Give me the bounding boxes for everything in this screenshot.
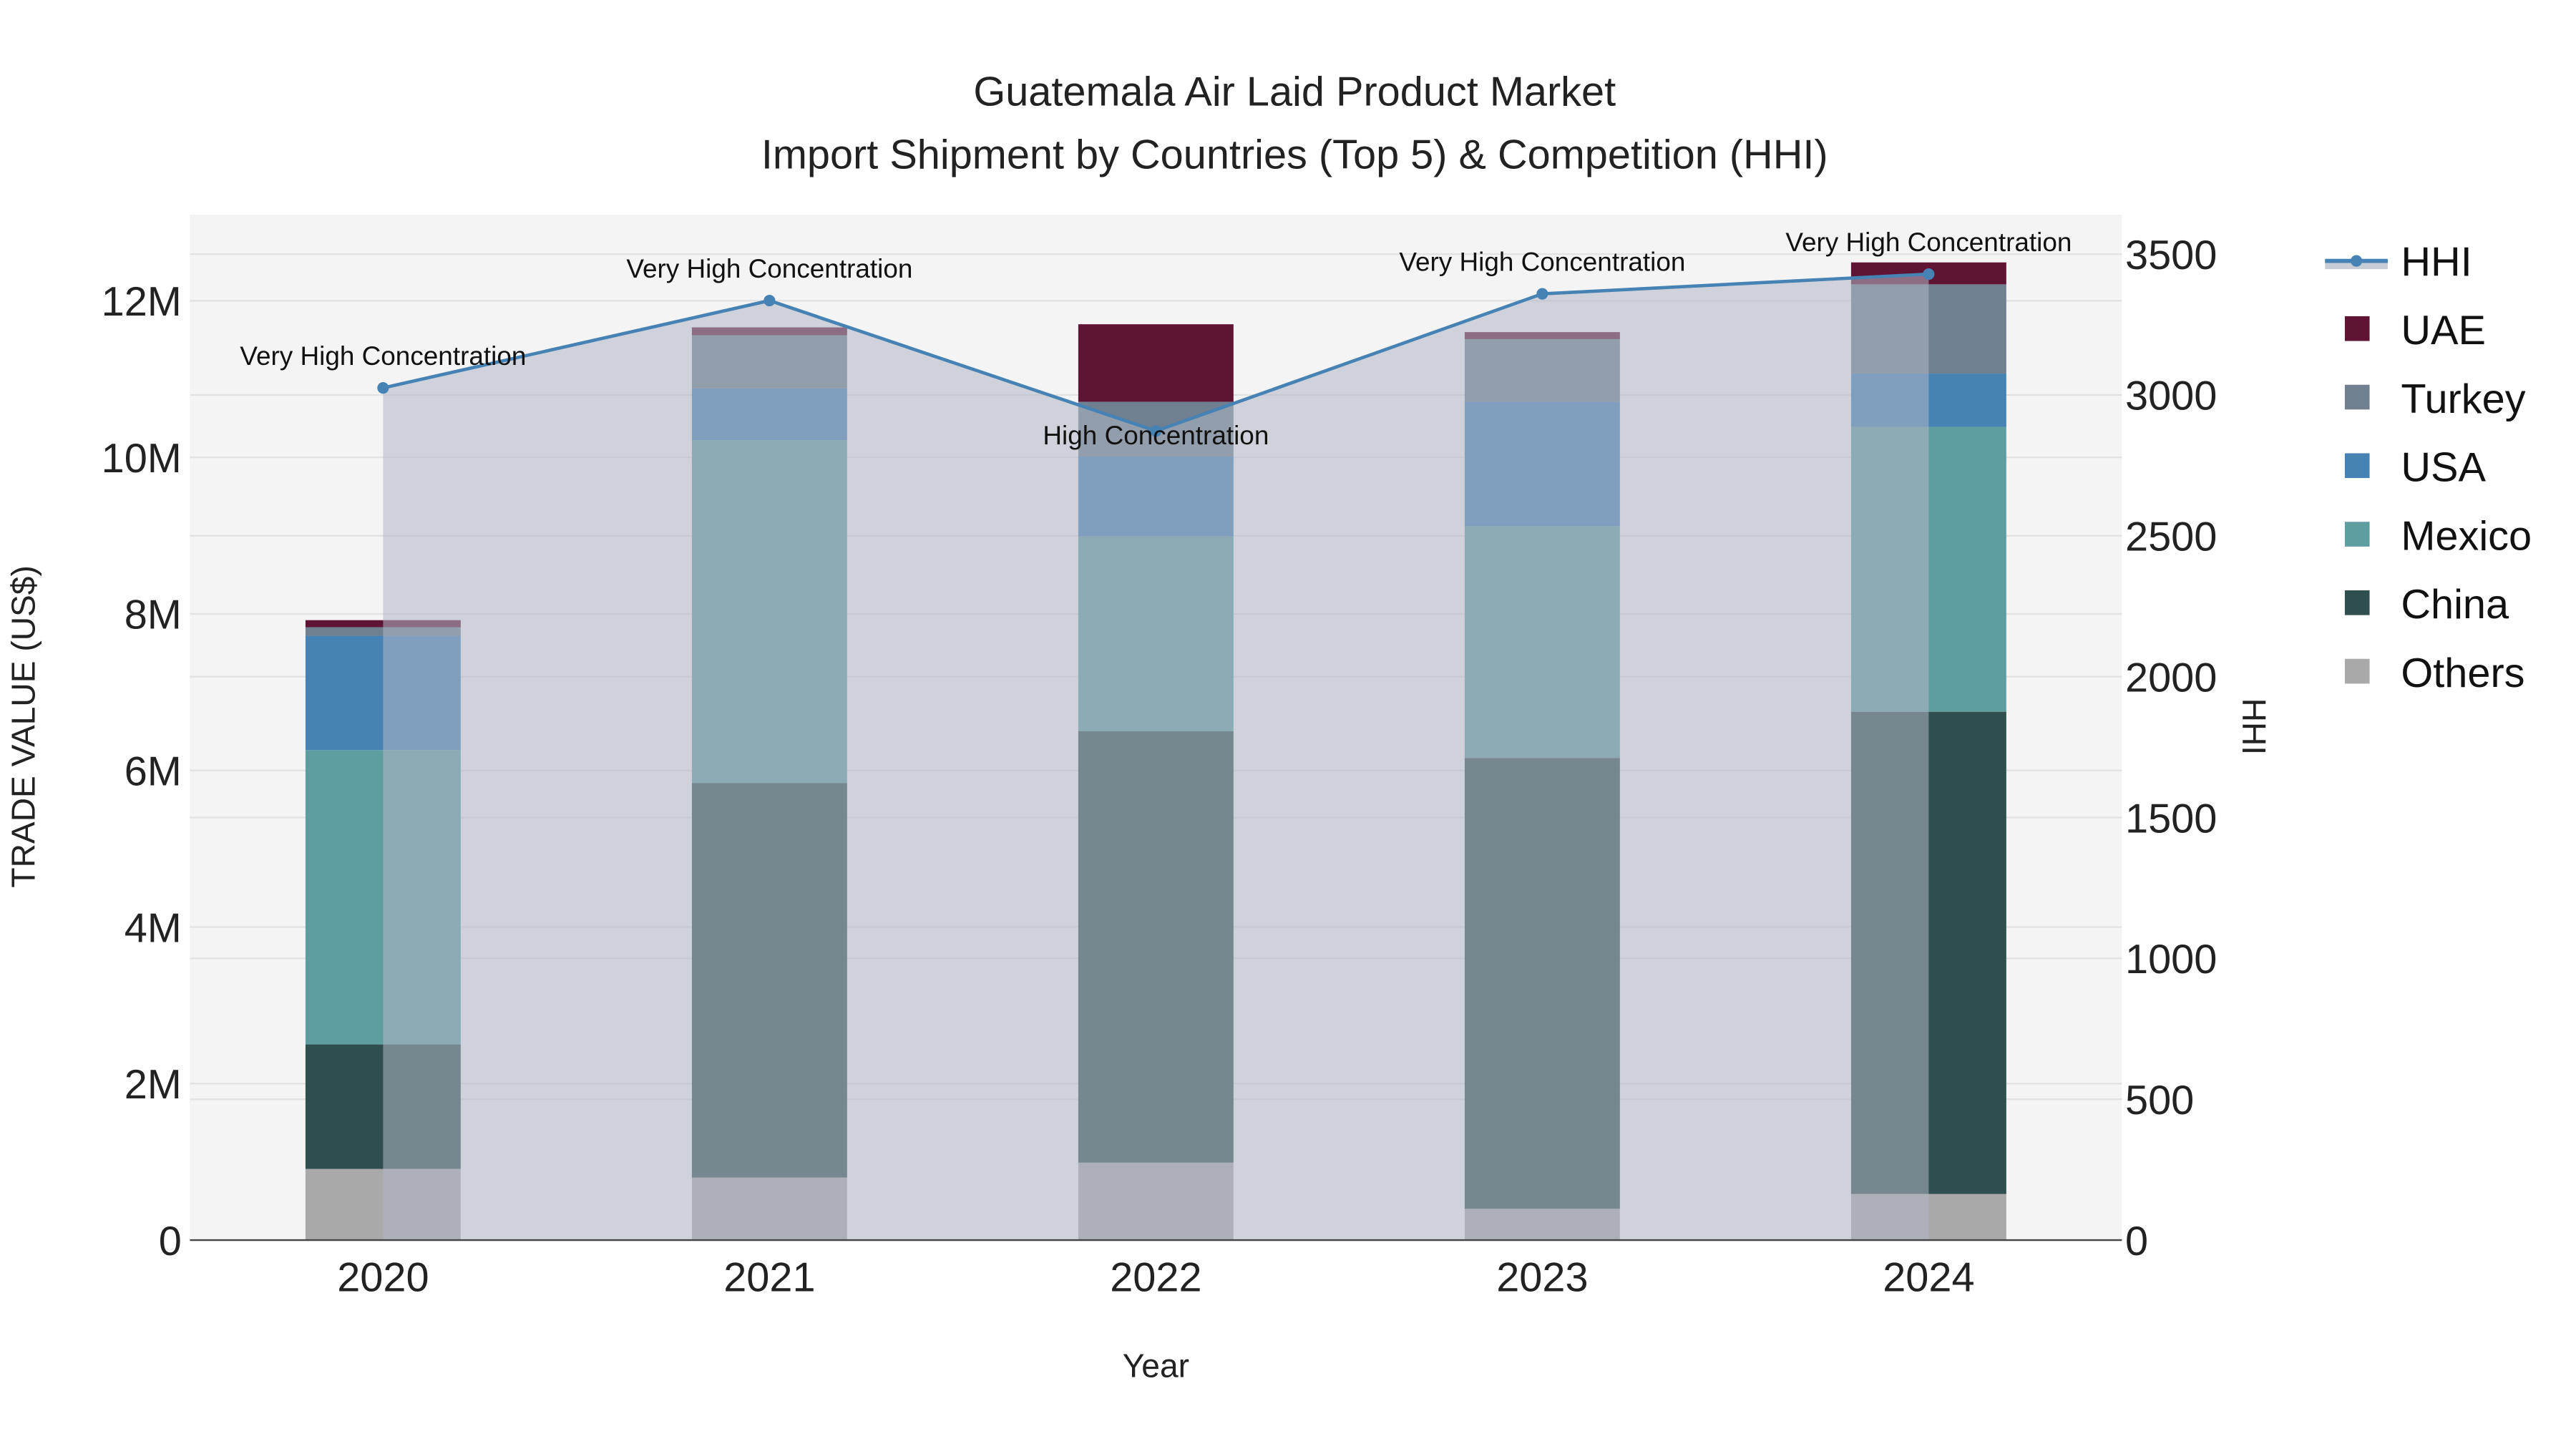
- y-tick-label: 4M: [125, 905, 182, 951]
- chart-subtitle: Import Shipment by Countries (Top 5) & C…: [761, 132, 1828, 177]
- legend-item-turkey[interactable]: Turkey: [2344, 376, 2526, 422]
- x-tick-label: 2020: [337, 1255, 429, 1301]
- legend-item-hhi[interactable]: HHI: [2325, 239, 2472, 285]
- x-axis-label: Year: [1123, 1347, 1189, 1385]
- y-tick-label: 12M: [102, 279, 182, 325]
- legend-swatch: [2344, 316, 2370, 341]
- legend-hhi-marker: [2351, 255, 2363, 267]
- x-tick-label: 2023: [1496, 1255, 1588, 1301]
- y-axis-label: TRADE VALUE (US$): [4, 565, 42, 887]
- hhi-point-2020[interactable]: [377, 382, 389, 394]
- legend-swatch: [2344, 384, 2370, 410]
- legend-label: Others: [2401, 650, 2524, 696]
- y2-tick-label: 1500: [2125, 796, 2217, 841]
- legend[interactable]: HHI UAE Turkey USA Mexico China Others: [2325, 239, 2532, 696]
- hhi-point-2023[interactable]: [1536, 288, 1548, 300]
- y-tick-label: 8M: [125, 592, 182, 638]
- hhi-annotation: Very High Concentration: [626, 254, 912, 283]
- x-axis-ticks: 2020 2021 2022 2023 2024: [337, 1255, 1974, 1301]
- x-tick-label: 2022: [1110, 1255, 1201, 1301]
- legend-item-usa[interactable]: USA: [2344, 445, 2487, 491]
- y2-tick-label: 2500: [2125, 514, 2217, 560]
- legend-label: Mexico: [2401, 513, 2532, 559]
- y2-axis-label: HHI: [2235, 698, 2273, 755]
- y2-axis-ticks: 0 500 1000 1500 2000 2500 3000 3500: [2125, 233, 2217, 1264]
- hhi-point-2024[interactable]: [1923, 268, 1935, 280]
- y-tick-label: 10M: [102, 436, 182, 482]
- legend-item-china[interactable]: China: [2344, 582, 2509, 628]
- legend-label: UAE: [2401, 308, 2486, 353]
- y-axis-ticks: 0 2M 4M 6M 8M 10M 12M: [102, 279, 182, 1264]
- legend-label: HHI: [2401, 239, 2472, 285]
- chart-title: Guatemala Air Laid Product Market: [973, 69, 1616, 115]
- legend-item-others[interactable]: Others: [2344, 650, 2525, 696]
- legend-label: Turkey: [2401, 376, 2525, 422]
- y2-tick-label: 1000: [2125, 937, 2217, 982]
- chart: Very High Concentration Very High Concent…: [4, 69, 2532, 1385]
- legend-item-uae[interactable]: UAE: [2344, 308, 2486, 353]
- y2-tick-label: 500: [2125, 1078, 2194, 1123]
- legend-swatch: [2344, 453, 2370, 479]
- hhi-annotation: Very High Concentration: [1399, 247, 1685, 276]
- legend-label: China: [2401, 582, 2509, 628]
- legend-swatch: [2344, 658, 2370, 684]
- legend-swatch: [2344, 522, 2370, 547]
- legend-item-mexico[interactable]: Mexico: [2344, 513, 2532, 559]
- x-tick-label: 2024: [1883, 1255, 1974, 1301]
- y-tick-label: 6M: [125, 748, 182, 794]
- y2-tick-label: 3500: [2125, 233, 2217, 278]
- y-tick-label: 0: [159, 1219, 182, 1264]
- x-tick-label: 2021: [723, 1255, 815, 1301]
- legend-swatch: [2344, 590, 2370, 615]
- y2-tick-label: 3000: [2125, 374, 2217, 419]
- legend-label: USA: [2401, 445, 2486, 491]
- y2-tick-label: 2000: [2125, 655, 2217, 701]
- hhi-annotation: Very High Concentration: [240, 341, 526, 371]
- y2-tick-label: 0: [2125, 1219, 2148, 1264]
- bar-uae-2022[interactable]: [1078, 324, 1234, 402]
- y-tick-label: 2M: [125, 1062, 182, 1108]
- hhi-annotation: Very High Concentration: [1785, 228, 2072, 257]
- hhi-annotation: High Concentration: [1043, 421, 1269, 450]
- hhi-point-2021[interactable]: [763, 295, 776, 307]
